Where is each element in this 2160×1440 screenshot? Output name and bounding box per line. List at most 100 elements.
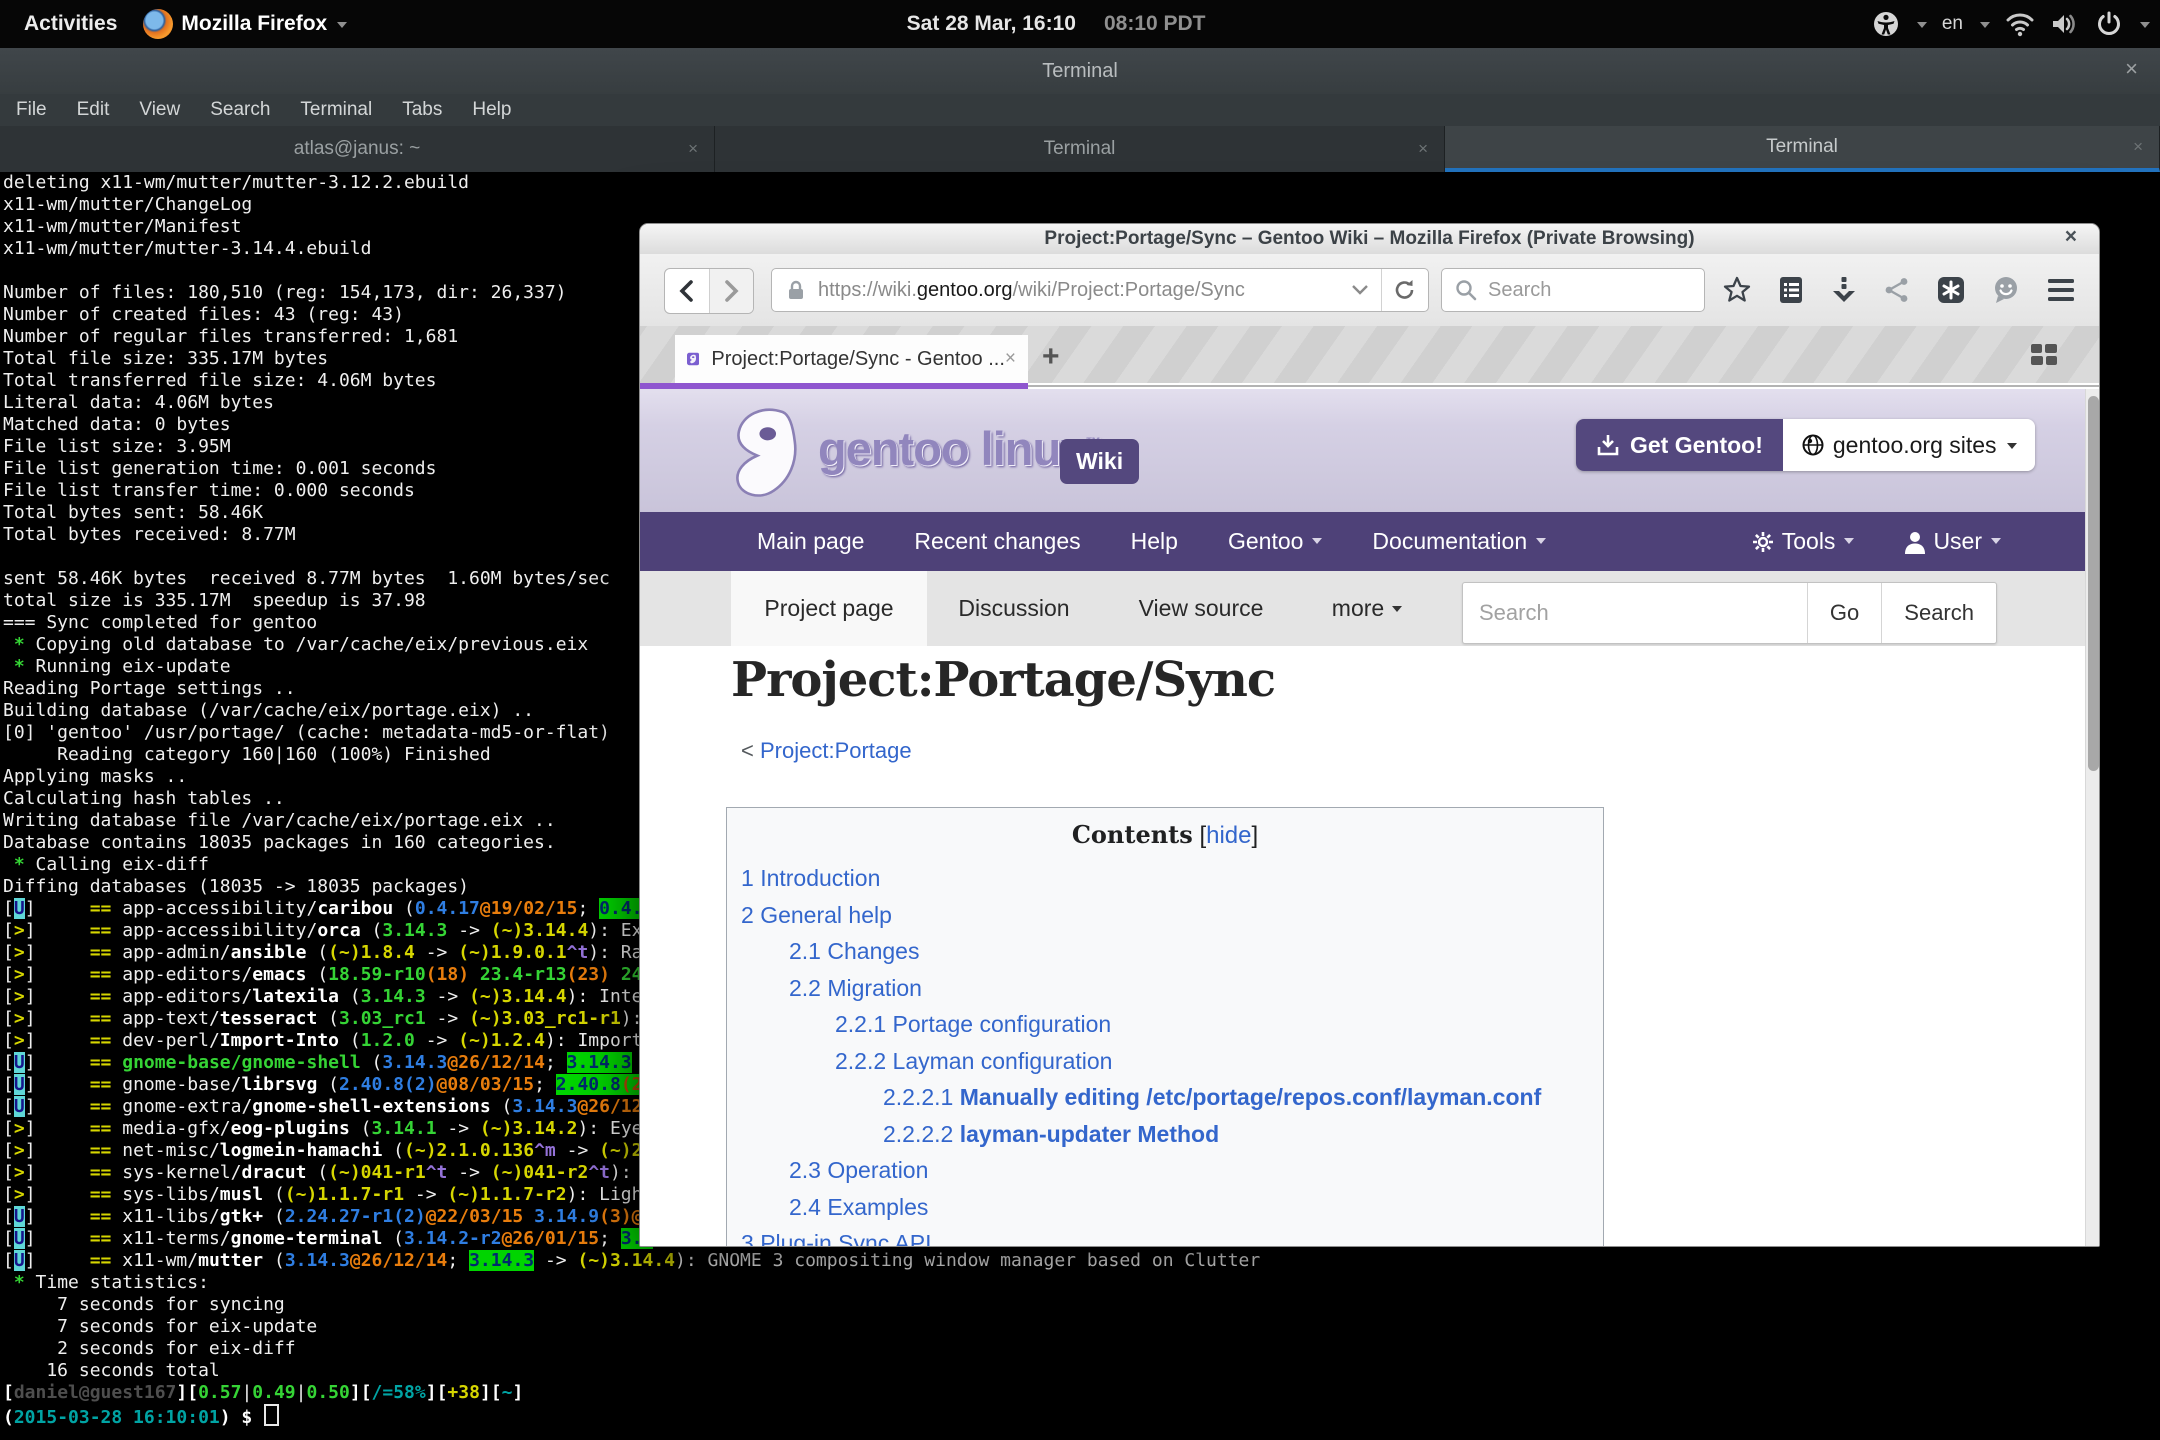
terminal-menu-help[interactable]: Help: [472, 99, 511, 121]
reload-icon: [1393, 278, 1417, 302]
toc-entry[interactable]: 3 Plug-in Sync API: [727, 1225, 1603, 1247]
nav-tools[interactable]: Tools: [1751, 528, 1855, 555]
table-of-contents: Contents [hide] 1 Introduction2 General …: [726, 807, 1604, 1247]
toc-entry[interactable]: 2.2.2 Layman configuration: [727, 1043, 1603, 1080]
nav-item-main-page[interactable]: Main page: [757, 528, 864, 555]
browser-tab[interactable]: Project:Portage/Sync - Gentoo ... ×: [675, 335, 1028, 383]
clock-area[interactable]: Sat 28 Mar, 16:10 08:10 PDT: [907, 0, 1206, 48]
download-tray-icon: [1596, 433, 1620, 457]
toc-entry[interactable]: 2.1 Changes: [727, 933, 1603, 970]
tab-close-icon[interactable]: ×: [1005, 348, 1016, 370]
adblock-icon[interactable]: [1936, 275, 1966, 305]
breadcrumb: < Project:Portage: [741, 738, 912, 764]
terminal-tab[interactable]: Terminal ×: [715, 126, 1445, 172]
firefox-toolbar: https://wiki.gentoo.org/wiki/Project:Por…: [640, 254, 2099, 327]
nav-item-gentoo[interactable]: Gentoo: [1228, 528, 1322, 555]
bookmark-star-icon[interactable]: [1722, 275, 1752, 305]
gentoo-sites-button[interactable]: gentoo.org sites: [1783, 419, 2035, 471]
terminal-tab-title: Terminal: [1044, 138, 1116, 160]
toc-entry[interactable]: 2.2 Migration: [727, 970, 1603, 1007]
terminal-menu-search[interactable]: Search: [210, 99, 270, 121]
lock-icon: [784, 278, 808, 302]
wiki-badge[interactable]: Wiki: [1060, 439, 1139, 484]
toc-entry[interactable]: 2 General help: [727, 897, 1603, 934]
user-icon: [1904, 530, 1926, 554]
forward-button[interactable]: [709, 269, 754, 313]
terminal-tab[interactable]: Terminal×: [1445, 126, 2160, 172]
language-indicator[interactable]: en: [1942, 13, 1963, 35]
close-icon[interactable]: ×: [2125, 56, 2138, 82]
header-buttons: Get Gentoo! gentoo.org sites: [1576, 419, 2035, 471]
wifi-icon[interactable]: [2005, 11, 2035, 37]
firefox-tabstrip: Project:Portage/Sync - Gentoo ... × +: [640, 326, 2099, 383]
bookmarks-list-icon[interactable]: [1777, 275, 1805, 305]
chevron-down-icon: [1312, 538, 1322, 549]
page-scrollbar[interactable]: [2085, 389, 2100, 1247]
toc-entry[interactable]: 1 Introduction: [727, 860, 1603, 897]
gentoo-logotype[interactable]: gentoo linux™: [818, 421, 1100, 476]
chevron-down-icon: [1536, 538, 1546, 549]
power-icon[interactable]: [2095, 10, 2123, 38]
nav-item-help[interactable]: Help: [1131, 528, 1178, 555]
terminal-line: (2015-03-28 16:10:01) $: [3, 1404, 2160, 1426]
toc-entry[interactable]: 2.4 Examples: [727, 1189, 1603, 1226]
terminal-menu-terminal[interactable]: Terminal: [300, 99, 372, 121]
toc-hide-link[interactable]: hide: [1206, 822, 1251, 849]
close-icon[interactable]: ×: [2065, 225, 2077, 249]
breadcrumb-link[interactable]: Project:Portage: [760, 738, 912, 763]
accessibility-icon[interactable]: [1872, 10, 1900, 38]
firefox-titlebar[interactable]: Project:Portage/Sync – Gentoo Wiki – Moz…: [640, 224, 2099, 255]
search-button[interactable]: Search: [1881, 583, 1996, 643]
wiki-search-input[interactable]: [1463, 583, 1807, 643]
back-button[interactable]: [665, 269, 709, 313]
volume-icon[interactable]: [2050, 11, 2080, 37]
gentoo-logo[interactable]: [722, 405, 810, 501]
download-icon[interactable]: [1830, 275, 1858, 305]
terminal-line: x11-wm/mutter/ChangeLog: [3, 194, 2160, 216]
menu-hamburger-icon[interactable]: [2046, 277, 2076, 303]
url-bar[interactable]: https://wiki.gentoo.org/wiki/Project:Por…: [771, 268, 1429, 312]
nav-item-documentation[interactable]: Documentation: [1372, 528, 1546, 555]
go-button[interactable]: Go: [1807, 583, 1881, 643]
reload-button[interactable]: [1381, 269, 1428, 311]
terminal-tab[interactable]: atlas@janus: ~×: [0, 126, 715, 172]
share-icon[interactable]: [1883, 276, 1911, 304]
chat-smiley-icon[interactable]: [1991, 275, 2021, 305]
terminal-menu-file[interactable]: File: [16, 99, 47, 121]
firefox-window-title: Project:Portage/Sync – Gentoo Wiki – Moz…: [1044, 228, 1694, 250]
terminal-line: 2 seconds for eix-diff: [3, 1338, 2160, 1360]
app-menu[interactable]: Mozilla Firefox: [143, 9, 347, 39]
wiki-search-group: Go Search: [1462, 582, 1997, 644]
tab-close-icon[interactable]: ×: [2133, 137, 2143, 157]
browser-search-input[interactable]: [1486, 278, 1660, 303]
toc-entry[interactable]: 2.2.1 Portage configuration: [727, 1006, 1603, 1043]
terminal-line: [U] == x11-wm/mutter (3.14.3@26/12/14; 3…: [3, 1250, 2160, 1272]
page-tab-project-page[interactable]: Project page: [731, 571, 927, 646]
gear-icon: [1751, 530, 1775, 554]
nav-item-recent-changes[interactable]: Recent changes: [914, 528, 1080, 555]
search-icon: [1454, 278, 1478, 302]
scrollbar-thumb[interactable]: [2088, 396, 2099, 771]
get-gentoo-button[interactable]: Get Gentoo!: [1576, 419, 1783, 471]
terminal-menu-edit[interactable]: Edit: [77, 99, 110, 121]
nav-button-group: [664, 268, 754, 314]
terminal-titlebar[interactable]: Terminal ×: [0, 48, 2160, 95]
url-dropdown-icon[interactable]: [1339, 284, 1381, 296]
terminal-menu-view[interactable]: View: [139, 99, 180, 121]
nav-user[interactable]: User: [1904, 528, 2001, 555]
tab-groups-icon[interactable]: [2029, 342, 2059, 368]
toc-entry[interactable]: 2.2.2.1 Manually editing /etc/portage/re…: [727, 1079, 1603, 1116]
terminal-menu-tabs[interactable]: Tabs: [402, 99, 442, 121]
terminal-tabbar: atlas@janus: ~×Terminal×Terminal×: [0, 126, 2160, 172]
toolbar-icons: [1722, 268, 2076, 312]
page-tab-view-source[interactable]: View source: [1131, 571, 1271, 646]
page-tab-more[interactable]: more: [1312, 571, 1422, 646]
page-tab-discussion[interactable]: Discussion: [952, 571, 1076, 646]
activities-button[interactable]: Activities: [24, 12, 117, 36]
tab-close-icon[interactable]: ×: [688, 139, 698, 159]
toc-entry[interactable]: 2.3 Operation: [727, 1152, 1603, 1189]
browser-search-box[interactable]: [1441, 268, 1705, 312]
new-tab-button[interactable]: +: [1042, 340, 1060, 374]
tab-close-icon[interactable]: ×: [1418, 139, 1428, 159]
toc-entry[interactable]: 2.2.2.2 layman-updater Method: [727, 1116, 1603, 1153]
